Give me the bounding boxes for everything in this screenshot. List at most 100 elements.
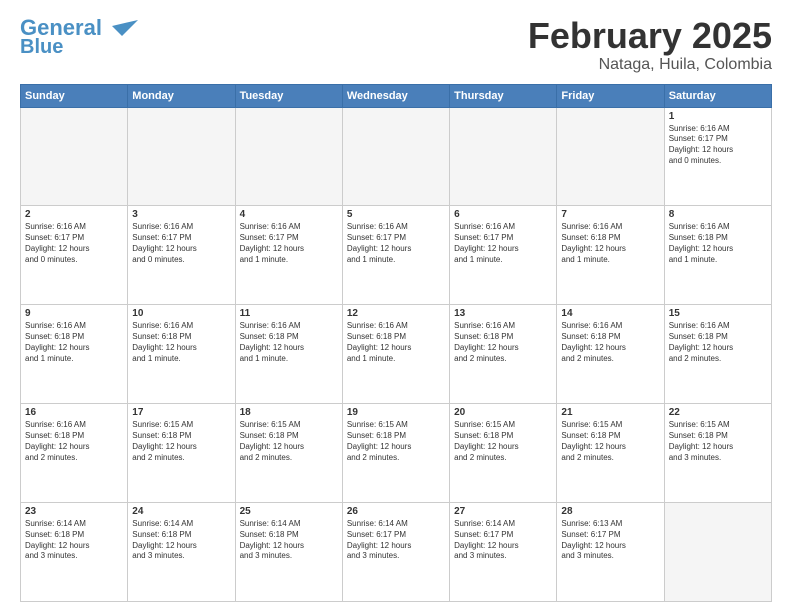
calendar-cell: [128, 107, 235, 206]
calendar-cell: [557, 107, 664, 206]
calendar-cell: 27 Sunrise: 6:14 AM Sunset: 6:17 PM Dayli…: [450, 503, 557, 602]
day-info: Sunrise: 6:16 AM Sunset: 6:17 PM Dayligh…: [132, 222, 230, 265]
day-number: 8: [669, 209, 767, 220]
day-info: Sunrise: 6:14 AM Sunset: 6:17 PM Dayligh…: [347, 519, 445, 562]
day-info: Sunrise: 6:15 AM Sunset: 6:18 PM Dayligh…: [347, 420, 445, 463]
day-info: Sunrise: 6:16 AM Sunset: 6:18 PM Dayligh…: [132, 321, 230, 364]
calendar-cell: 3 Sunrise: 6:16 AM Sunset: 6:17 PM Daylig…: [128, 206, 235, 305]
day-number: 3: [132, 209, 230, 220]
title-block: February 2025 Nataga, Huila, Colombia: [528, 16, 772, 74]
day-info: Sunrise: 6:16 AM Sunset: 6:18 PM Dayligh…: [561, 321, 659, 364]
day-number: 28: [561, 506, 659, 517]
calendar-cell: 17 Sunrise: 6:15 AM Sunset: 6:18 PM Dayli…: [128, 404, 235, 503]
day-info: Sunrise: 6:16 AM Sunset: 6:18 PM Dayligh…: [25, 420, 123, 463]
day-info: Sunrise: 6:15 AM Sunset: 6:18 PM Dayligh…: [561, 420, 659, 463]
day-number: 6: [454, 209, 552, 220]
day-number: 25: [240, 506, 338, 517]
weekday-header-tuesday: Tuesday: [235, 84, 342, 107]
calendar-cell: 11Sunrise: 6:16 AM Sunset: 6:18 PM Dayli…: [235, 305, 342, 404]
day-info: Sunrise: 6:14 AM Sunset: 6:17 PM Dayligh…: [454, 519, 552, 562]
calendar-cell: 1 Sunrise: 6:16 AM Sunset: 6:17 PM Daylig…: [664, 107, 771, 206]
calendar-cell: [664, 503, 771, 602]
calendar-cell: 25 Sunrise: 6:14 AM Sunset: 6:18 PM Dayli…: [235, 503, 342, 602]
header: General Blue February 2025 Nataga, Huila…: [20, 16, 772, 74]
logo-line2: Blue: [20, 36, 63, 58]
day-number: 13: [454, 308, 552, 319]
calendar-cell: 19 Sunrise: 6:15 AM Sunset: 6:18 PM Dayli…: [342, 404, 449, 503]
day-number: 2: [25, 209, 123, 220]
weekday-header-wednesday: Wednesday: [342, 84, 449, 107]
calendar-cell: 7Sunrise: 6:16 AM Sunset: 6:18 PM Daylig…: [557, 206, 664, 305]
location: Nataga, Huila, Colombia: [528, 56, 772, 74]
day-number: 21: [561, 407, 659, 418]
day-info: Sunrise: 6:14 AM Sunset: 6:18 PM Dayligh…: [25, 519, 123, 562]
calendar-cell: 28 Sunrise: 6:13 AM Sunset: 6:17 PM Dayli…: [557, 503, 664, 602]
day-number: 1: [669, 111, 767, 122]
day-number: 4: [240, 209, 338, 220]
calendar-week-2: 9 Sunrise: 6:16 AM Sunset: 6:18 PM Daylig…: [21, 305, 772, 404]
day-number: 23: [25, 506, 123, 517]
weekday-header-saturday: Saturday: [664, 84, 771, 107]
calendar-week-3: 16 Sunrise: 6:16 AM Sunset: 6:18 PM Dayli…: [21, 404, 772, 503]
calendar-cell: 26 Sunrise: 6:14 AM Sunset: 6:17 PM Dayli…: [342, 503, 449, 602]
calendar-cell: 18Sunrise: 6:15 AM Sunset: 6:18 PM Dayli…: [235, 404, 342, 503]
calendar-cell: [21, 107, 128, 206]
day-info: Sunrise: 6:16 AM Sunset: 6:18 PM Dayligh…: [347, 321, 445, 364]
day-number: 24: [132, 506, 230, 517]
day-info: Sunrise: 6:16 AM Sunset: 6:17 PM Dayligh…: [669, 124, 767, 167]
day-number: 9: [25, 308, 123, 319]
calendar-week-0: 1 Sunrise: 6:16 AM Sunset: 6:17 PM Daylig…: [21, 107, 772, 206]
calendar-cell: 24 Sunrise: 6:14 AM Sunset: 6:18 PM Dayli…: [128, 503, 235, 602]
day-number: 22: [669, 407, 767, 418]
day-number: 17: [132, 407, 230, 418]
day-info: Sunrise: 6:16 AM Sunset: 6:17 PM Dayligh…: [454, 222, 552, 265]
day-info: Sunrise: 6:15 AM Sunset: 6:18 PM Dayligh…: [669, 420, 767, 463]
logo-wing-icon: [102, 18, 138, 38]
calendar-header-row: SundayMondayTuesdayWednesdayThursdayFrid…: [21, 84, 772, 107]
day-number: 15: [669, 308, 767, 319]
day-number: 16: [25, 407, 123, 418]
day-info: Sunrise: 6:16 AM Sunset: 6:17 PM Dayligh…: [347, 222, 445, 265]
day-number: 12: [347, 308, 445, 319]
calendar-cell: 9Sunrise: 6:16 AM Sunset: 6:18 PM Daylig…: [21, 305, 128, 404]
day-info: Sunrise: 6:16 AM Sunset: 6:17 PM Dayligh…: [25, 222, 123, 265]
day-info: Sunrise: 6:16 AM Sunset: 6:18 PM Dayligh…: [669, 321, 767, 364]
month-title: February 2025: [528, 16, 772, 56]
day-number: 11: [240, 308, 338, 319]
day-info: Sunrise: 6:15 AM Sunset: 6:18 PM Dayligh…: [454, 420, 552, 463]
page: General Blue February 2025 Nataga, Huila…: [0, 0, 792, 612]
weekday-header-friday: Friday: [557, 84, 664, 107]
calendar-cell: [450, 107, 557, 206]
calendar-cell: 20 Sunrise: 6:15 AM Sunset: 6:18 PM Dayli…: [450, 404, 557, 503]
day-info: Sunrise: 6:13 AM Sunset: 6:17 PM Dayligh…: [561, 519, 659, 562]
day-number: 19: [347, 407, 445, 418]
weekday-header-monday: Monday: [128, 84, 235, 107]
day-number: 20: [454, 407, 552, 418]
calendar-cell: 5 Sunrise: 6:16 AM Sunset: 6:17 PM Daylig…: [342, 206, 449, 305]
calendar-cell: 6 Sunrise: 6:16 AM Sunset: 6:17 PM Daylig…: [450, 206, 557, 305]
day-info: Sunrise: 6:15 AM Sunset: 6:18 PM Dayligh…: [240, 420, 338, 463]
calendar-cell: 4 Sunrise: 6:16 AM Sunset: 6:17 PM Daylig…: [235, 206, 342, 305]
day-info: Sunrise: 6:16 AM Sunset: 6:18 PM Dayligh…: [561, 222, 659, 265]
day-info: Sunrise: 6:15 AM Sunset: 6:18 PM Dayligh…: [132, 420, 230, 463]
day-info: Sunrise: 6:16 AM Sunset: 6:18 PM Dayligh…: [454, 321, 552, 364]
calendar-week-4: 23 Sunrise: 6:14 AM Sunset: 6:18 PM Dayli…: [21, 503, 772, 602]
calendar: SundayMondayTuesdayWednesdayThursdayFrid…: [20, 84, 772, 602]
calendar-cell: [235, 107, 342, 206]
calendar-cell: 14Sunrise: 6:16 AM Sunset: 6:18 PM Dayli…: [557, 305, 664, 404]
calendar-cell: 15 Sunrise: 6:16 AM Sunset: 6:18 PM Dayli…: [664, 305, 771, 404]
calendar-cell: [342, 107, 449, 206]
calendar-week-1: 2 Sunrise: 6:16 AM Sunset: 6:17 PM Daylig…: [21, 206, 772, 305]
calendar-cell: 2 Sunrise: 6:16 AM Sunset: 6:17 PM Daylig…: [21, 206, 128, 305]
day-number: 26: [347, 506, 445, 517]
calendar-cell: 23 Sunrise: 6:14 AM Sunset: 6:18 PM Dayli…: [21, 503, 128, 602]
day-number: 27: [454, 506, 552, 517]
day-info: Sunrise: 6:14 AM Sunset: 6:18 PM Dayligh…: [240, 519, 338, 562]
day-info: Sunrise: 6:16 AM Sunset: 6:17 PM Dayligh…: [240, 222, 338, 265]
day-info: Sunrise: 6:14 AM Sunset: 6:18 PM Dayligh…: [132, 519, 230, 562]
weekday-header-thursday: Thursday: [450, 84, 557, 107]
calendar-cell: 10Sunrise: 6:16 AM Sunset: 6:18 PM Dayli…: [128, 305, 235, 404]
day-number: 5: [347, 209, 445, 220]
calendar-cell: 8Sunrise: 6:16 AM Sunset: 6:18 PM Daylig…: [664, 206, 771, 305]
calendar-cell: 16 Sunrise: 6:16 AM Sunset: 6:18 PM Dayli…: [21, 404, 128, 503]
